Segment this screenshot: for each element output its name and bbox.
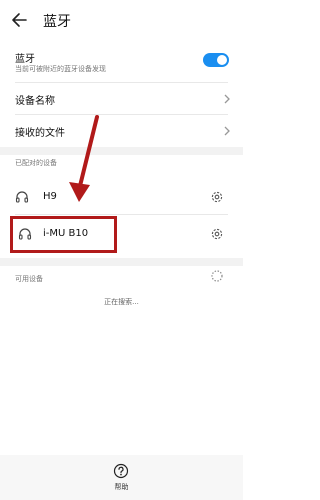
- divider: [15, 214, 228, 215]
- loading-spinner-icon: [211, 270, 223, 282]
- available-section-title: 可用设备: [15, 275, 43, 283]
- gear-icon[interactable]: [210, 227, 224, 241]
- available-header: 可用设备: [0, 266, 243, 290]
- header: 蓝牙: [0, 0, 243, 40]
- question-circle-icon[interactable]: [113, 463, 129, 479]
- page-title: 蓝牙: [43, 14, 71, 30]
- received-files-row[interactable]: 接收的文件: [0, 116, 243, 144]
- device-name: H9: [43, 191, 57, 202]
- arrow-left-icon[interactable]: [10, 10, 30, 30]
- highlight-box: [10, 216, 117, 253]
- section-gap: [0, 147, 243, 155]
- section-gap: [0, 258, 243, 266]
- paired-device-h9[interactable]: H9: [0, 182, 243, 212]
- searching-status: 正在搜索...: [104, 298, 139, 306]
- help-label[interactable]: 帮助: [0, 482, 243, 492]
- bluetooth-subtitle: 当前可被附近的蓝牙设备发现: [15, 65, 106, 73]
- gear-icon[interactable]: [210, 190, 224, 204]
- headphones-icon: [15, 191, 29, 203]
- chevron-right-icon: [224, 94, 230, 104]
- bluetooth-toggle[interactable]: [203, 53, 229, 67]
- received-files-label: 接收的文件: [15, 128, 65, 139]
- device-name-label: 设备名称: [15, 96, 55, 107]
- toggle-knob: [217, 55, 227, 65]
- paired-section-title: 已配对的设备: [15, 159, 57, 167]
- divider: [15, 114, 228, 115]
- bluetooth-label: 蓝牙: [15, 54, 35, 65]
- chevron-right-icon: [224, 126, 230, 136]
- divider: [15, 82, 228, 83]
- device-name-row[interactable]: 设备名称: [0, 84, 243, 112]
